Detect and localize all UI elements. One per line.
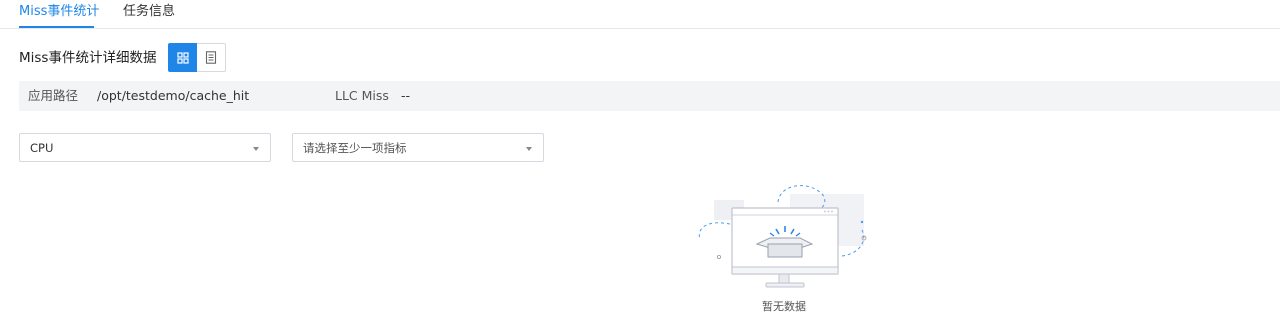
cpu-select[interactable]: CPU: [19, 133, 271, 162]
empty-state-text: 暂无数据: [762, 300, 806, 313]
caret-down-icon: [253, 147, 259, 151]
view-mode-toggle: [168, 43, 226, 72]
grid-view-icon: [176, 51, 189, 64]
app-path-value: /opt/testdemo/cache_hit: [97, 88, 250, 103]
active-tab-indicator: [19, 26, 94, 28]
tab-bar: Miss事件统计 任务信息: [0, 0, 1280, 29]
app-path-label: 应用路径: [28, 88, 79, 103]
llc-miss-label: LLC Miss: [335, 88, 389, 103]
caret-down-icon: [526, 147, 532, 151]
empty-box-illustration: [698, 185, 867, 288]
metric-select[interactable]: 请选择至少一项指标: [292, 133, 544, 162]
tab-task-info[interactable]: 任务信息: [123, 4, 175, 20]
metric-select-placeholder: 请选择至少一项指标: [303, 141, 407, 155]
list-view-icon: [205, 51, 217, 64]
grid-view-button[interactable]: [168, 43, 197, 72]
info-bar: 应用路径 /opt/testdemo/cache_hit LLC Miss --: [19, 81, 1280, 111]
tab-miss-events[interactable]: Miss事件统计: [19, 4, 99, 20]
section-title: Miss事件统计详细数据: [19, 50, 157, 66]
list-view-button[interactable]: [197, 43, 226, 72]
cpu-select-value: CPU: [30, 141, 54, 155]
llc-miss-value: --: [401, 88, 411, 103]
